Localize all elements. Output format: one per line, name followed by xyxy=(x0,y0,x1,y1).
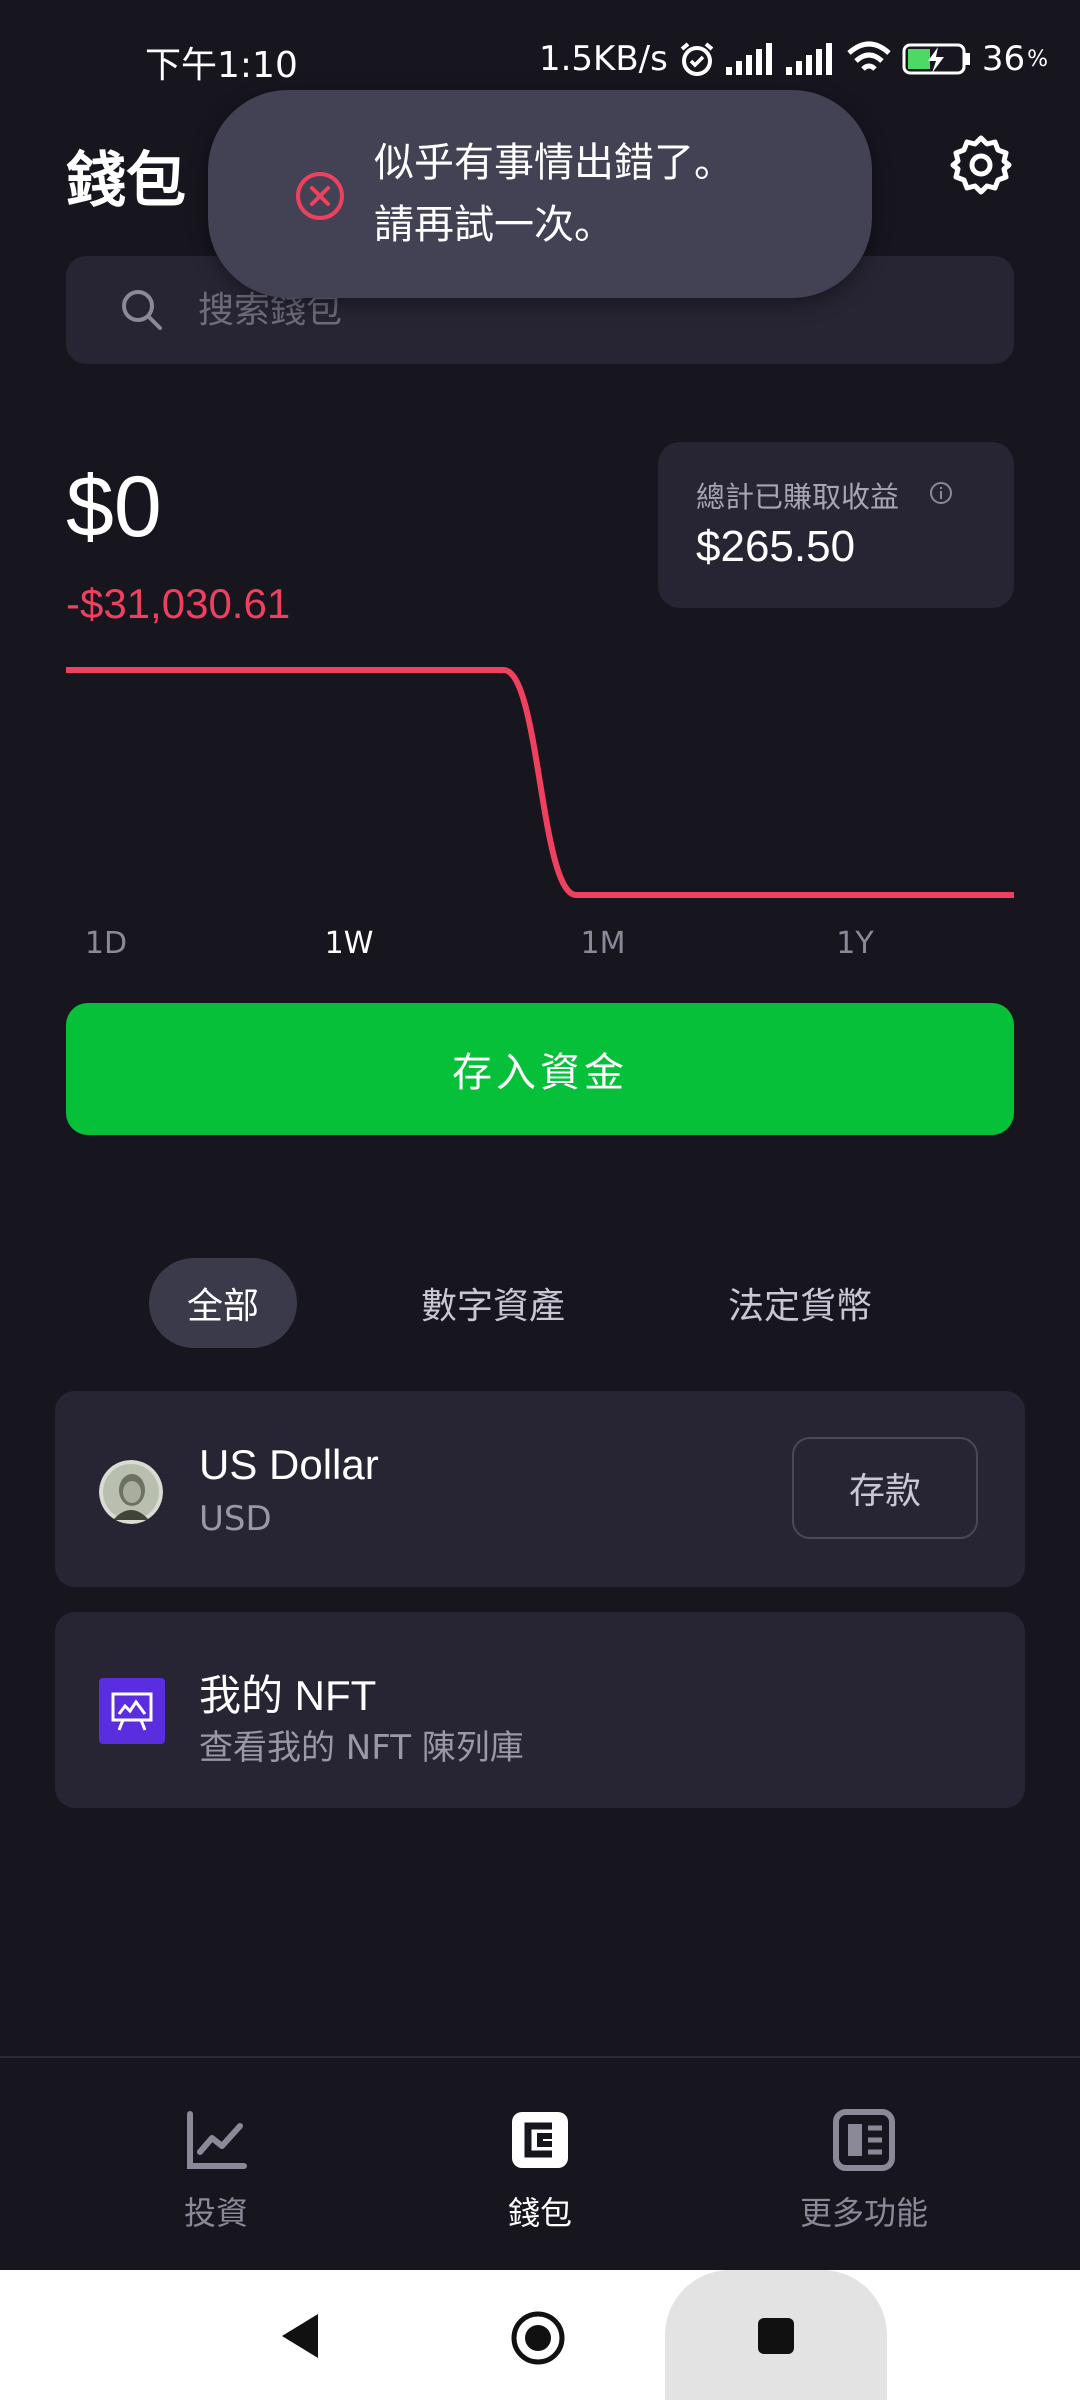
battery-level: 36 xyxy=(981,39,1026,79)
info-icon[interactable] xyxy=(928,480,954,506)
range-tab-1m[interactable]: 1M xyxy=(543,926,663,961)
asset-row-nft[interactable]: 我的 NFT 查看我的 NFT 陳列庫 xyxy=(55,1612,1025,1808)
bottom-nav-divider xyxy=(0,2056,1080,2058)
asset-code: USD xyxy=(199,1499,272,1539)
net-speed: 1.5KB/s xyxy=(538,39,668,79)
earnings-label: 總計已賺取收益 xyxy=(696,480,900,514)
toast-line-1: 似乎有事情出錯了。 xyxy=(374,140,734,186)
nav-more[interactable]: 更多功能 xyxy=(744,2108,984,2238)
nft-subtitle: 查看我的 NFT 陳列庫 xyxy=(199,1728,524,1768)
wallet-icon xyxy=(512,2112,568,2168)
recent-apps-icon[interactable] xyxy=(756,2316,796,2356)
nav-invest-label: 投資 xyxy=(183,2194,248,2232)
usd-deposit-button[interactable]: 存款 xyxy=(792,1437,978,1539)
asset-name: US Dollar xyxy=(199,1441,379,1488)
deposit-funds-button[interactable]: 存入資金 xyxy=(66,1003,1014,1135)
error-circle-x-icon xyxy=(296,172,344,220)
toast-line-2: 請再試一次。 xyxy=(374,202,614,248)
balance-change: -$31,030.61 xyxy=(66,580,291,627)
error-toast: 似乎有事情出錯了。 請再試一次。 xyxy=(208,90,872,298)
settings-button[interactable] xyxy=(950,134,1012,196)
earnings-card[interactable]: 總計已賺取收益 $265.50 xyxy=(658,442,1014,608)
nft-gallery-icon xyxy=(99,1678,165,1744)
range-tab-1y[interactable]: 1Y xyxy=(795,926,915,961)
status-icons: 1.5KB/s 36% xyxy=(538,39,1048,79)
nft-title: 我的 NFT xyxy=(199,1672,377,1719)
chart-series-line xyxy=(66,667,1014,898)
back-icon[interactable] xyxy=(278,2312,322,2360)
range-tabs: 1D 1W 1M 1Y xyxy=(66,926,1014,976)
status-time: 下午1:10 xyxy=(145,45,298,86)
battery-charging-icon xyxy=(902,43,970,75)
wifi-icon xyxy=(847,41,891,71)
nav-more-label: 更多功能 xyxy=(799,2194,928,2232)
earnings-value: $265.50 xyxy=(696,522,856,571)
nav-invest[interactable]: 投資 xyxy=(96,2108,336,2238)
tab-all[interactable]: 全部 xyxy=(149,1258,297,1348)
balance-chart xyxy=(66,667,1014,898)
range-tab-1d[interactable]: 1D xyxy=(46,926,166,961)
search-icon xyxy=(122,290,162,330)
signal-icon-2 xyxy=(785,43,832,75)
toast-message: 似乎有事情出錯了。 請再試一次。 xyxy=(374,132,734,256)
news-icon xyxy=(833,2109,895,2171)
tab-digital-assets[interactable]: 數字資產 xyxy=(398,1258,588,1348)
system-nav-bar xyxy=(0,2270,1080,2400)
range-tab-1w[interactable]: 1W xyxy=(289,926,409,961)
usd-avatar-icon xyxy=(99,1460,163,1524)
tab-fiat[interactable]: 法定貨幣 xyxy=(710,1258,890,1348)
home-icon[interactable] xyxy=(510,2310,566,2366)
page-title: 錢包 xyxy=(66,146,186,216)
chart-line-icon xyxy=(187,2111,247,2169)
asset-row-usd[interactable]: US Dollar USD 存款 xyxy=(55,1391,1025,1587)
balance-amount: $0 xyxy=(66,459,162,555)
gear-icon xyxy=(950,135,1012,195)
nav-wallet-label: 錢包 xyxy=(507,2194,572,2232)
nav-wallet[interactable]: 錢包 xyxy=(420,2108,660,2238)
signal-icon xyxy=(725,43,772,75)
alarm-icon xyxy=(680,42,714,76)
